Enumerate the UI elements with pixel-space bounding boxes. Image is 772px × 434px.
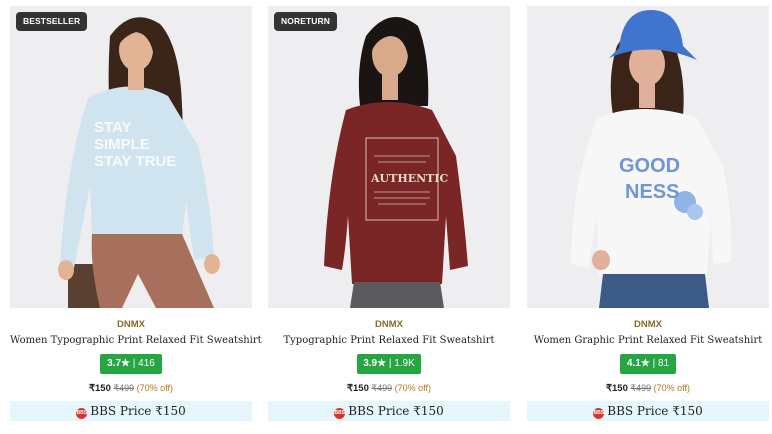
- bestseller-badge: BESTSELLER: [16, 12, 88, 31]
- product-name[interactable]: Typographic Print Relaxed Fit Sweatshirt: [268, 335, 510, 346]
- rating-badge: 3.9★ | 1.9K: [357, 354, 421, 374]
- rating-value: 3.9★: [363, 358, 387, 369]
- product-photo-1: STAY SIMPLE STAY TRUE: [10, 6, 252, 308]
- print-line: SIMPLE: [94, 136, 150, 153]
- rating-badge: 4.1★ | 81: [620, 354, 676, 374]
- product-name[interactable]: Women Typographic Print Relaxed Fit Swea…: [10, 335, 262, 346]
- bbs-price-banner: BBS BBS Price ₹150: [10, 401, 252, 421]
- selling-price: ₹150: [88, 383, 111, 394]
- rating-value: 3.7★: [107, 358, 131, 369]
- rating-count: | 416: [132, 358, 155, 369]
- rating-count: | 81: [652, 358, 670, 369]
- bbs-icon: BBS: [76, 408, 88, 419]
- bbs-icon: BBS: [334, 408, 346, 419]
- bbs-icon: BBS: [593, 408, 605, 419]
- brand-name: DNMX: [634, 319, 662, 330]
- bbs-price-banner: BBS BBS Price ₹150: [527, 401, 769, 421]
- print-line: GOOD: [619, 155, 680, 177]
- product-photo-3: GOOD NESS: [527, 6, 769, 308]
- product-grid: STAY SIMPLE STAY TRUE BESTSELLER DNMX Wo…: [10, 6, 770, 434]
- rating-count: | 1.9K: [388, 358, 415, 369]
- discount-percent: (70% off): [394, 383, 432, 393]
- product-image[interactable]: GOOD NESS: [527, 6, 769, 308]
- brand-name: DNMX: [375, 319, 403, 330]
- mrp-price: ₹499: [113, 383, 135, 393]
- product-card[interactable]: GOOD NESS DNMX Women Graphic Print Relax…: [527, 6, 769, 424]
- price-row: ₹150 ₹499 (70% off): [268, 383, 510, 394]
- print-line: AUTHENTIC: [370, 172, 448, 185]
- bbs-price-banner: BBS BBS Price ₹150: [268, 401, 510, 421]
- product-card[interactable]: AUTHENTIC NORETURN DNMX Typographic Prin…: [268, 6, 510, 424]
- product-card[interactable]: STAY SIMPLE STAY TRUE BESTSELLER DNMX Wo…: [10, 6, 262, 424]
- print-line: STAY: [94, 119, 132, 136]
- price-row: ₹150 ₹499 (70% off): [10, 383, 252, 394]
- discount-percent: (70% off): [653, 383, 691, 393]
- rating-value: 4.1★: [626, 358, 650, 369]
- price-row: ₹150 ₹499 (70% off): [527, 383, 769, 394]
- discount-percent: (70% off): [136, 383, 174, 393]
- product-image[interactable]: STAY SIMPLE STAY TRUE BESTSELLER: [10, 6, 252, 308]
- print-line: STAY TRUE: [94, 153, 176, 170]
- bbs-price-label: BBS Price ₹150: [348, 404, 444, 418]
- product-name[interactable]: Women Graphic Print Relaxed Fit Sweatshi…: [527, 335, 769, 346]
- bbs-price-label: BBS Price ₹150: [607, 404, 703, 418]
- mrp-price: ₹499: [371, 383, 393, 393]
- brand-name: DNMX: [117, 319, 145, 330]
- noreturn-badge: NORETURN: [274, 12, 337, 31]
- selling-price: ₹150: [605, 383, 628, 394]
- rating-badge: 3.7★ | 416: [100, 354, 162, 374]
- product-photo-2: AUTHENTIC: [268, 6, 510, 308]
- product-image[interactable]: AUTHENTIC NORETURN: [268, 6, 510, 308]
- bbs-price-label: BBS Price ₹150: [90, 404, 186, 418]
- print-line: NESS: [625, 181, 679, 203]
- mrp-price: ₹499: [630, 383, 652, 393]
- selling-price: ₹150: [346, 383, 369, 394]
